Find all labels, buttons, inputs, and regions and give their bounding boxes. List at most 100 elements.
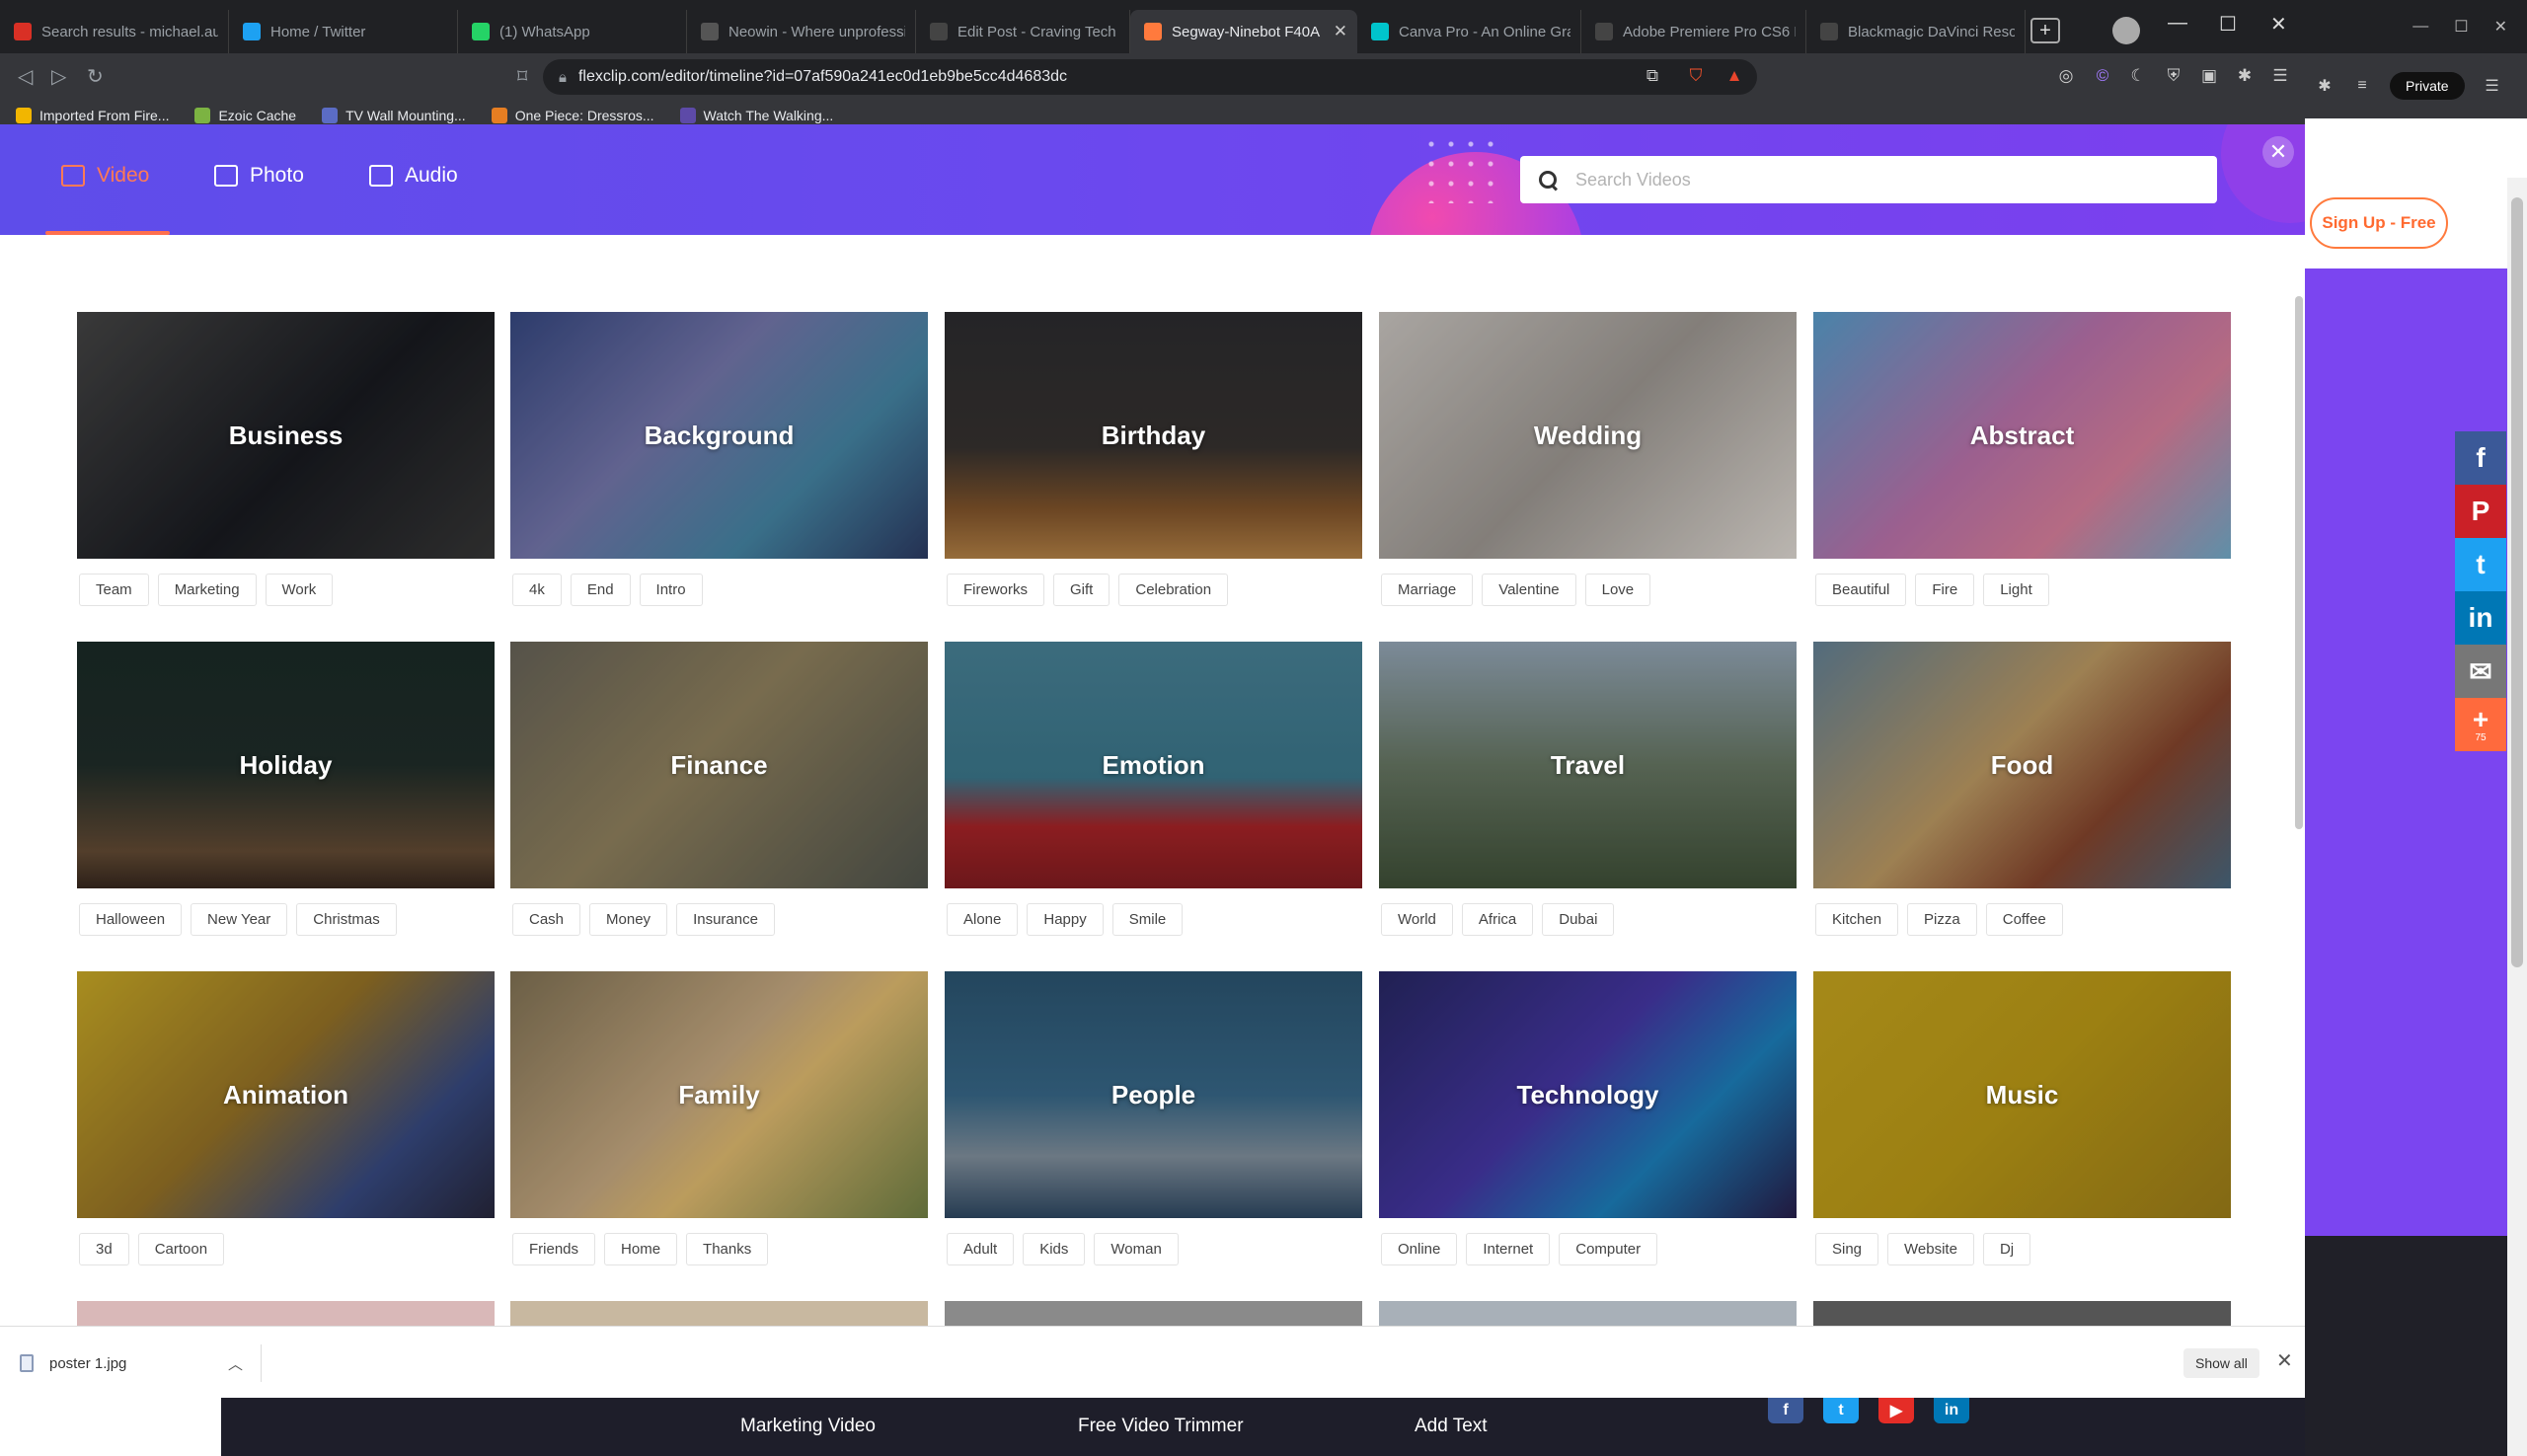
chevron-up-icon[interactable]: ︿ (228, 1353, 243, 1374)
close-icon[interactable]: ✕ (2494, 17, 2507, 37)
category-card[interactable]: Emotion Alone Happy Smile (945, 642, 1362, 936)
category-thumbnail[interactable]: Music (1813, 971, 2231, 1218)
screenshot-icon[interactable]: ▣ (2198, 65, 2220, 87)
category-card-partial[interactable] (1379, 1301, 1797, 1326)
category-thumbnail[interactable]: Background (510, 312, 928, 559)
footer-link-marketing-video[interactable]: Marketing Video (740, 1416, 876, 1437)
category-card[interactable]: People Adult Kids Woman (945, 971, 1362, 1265)
menu-icon[interactable]: ☰ (2483, 76, 2502, 96)
linkedin-icon[interactable]: in (1934, 1398, 1969, 1423)
footer-link-free-video-trimmer[interactable]: Free Video Trimmer (1078, 1416, 1244, 1437)
search-box[interactable] (1520, 156, 2217, 203)
category-tag[interactable]: Beautiful (1815, 574, 1907, 606)
category-card[interactable]: Travel World Africa Dubai (1379, 642, 1797, 936)
category-tag[interactable]: Love (1584, 574, 1651, 606)
download-item[interactable]: poster 1.jpg ︿ (20, 1344, 262, 1382)
bookmark-item[interactable]: Imported From Fire... (16, 107, 169, 123)
close-modal-button[interactable]: ✕ (2262, 136, 2294, 168)
background-scrollbar-thumb[interactable] (2511, 197, 2523, 967)
category-thumbnail[interactable]: Wedding (1379, 312, 1797, 559)
browser-tab[interactable]: Neowin - Where unprofessional (687, 10, 916, 53)
category-tag[interactable]: Money (589, 903, 668, 936)
bookmark-item[interactable]: Ezoic Cache (194, 107, 296, 123)
category-thumbnail[interactable]: Holiday (77, 642, 495, 888)
category-tag[interactable]: World (1381, 903, 1453, 936)
category-thumbnail[interactable]: People (945, 971, 1362, 1218)
category-thumbnail[interactable]: Travel (1379, 642, 1797, 888)
extensions-icon[interactable]: ✱ (2315, 76, 2335, 96)
modal-scrollbar[interactable] (2295, 296, 2303, 829)
browser-tab[interactable]: Edit Post - Craving Tech - Tech (916, 10, 1130, 53)
category-tag[interactable]: Marketing (157, 574, 257, 606)
browser-tab[interactable]: Home / Twitter (229, 10, 458, 53)
extension-icon[interactable]: ◎ (2055, 65, 2077, 87)
category-tag[interactable]: Woman (1094, 1233, 1179, 1265)
category-tag[interactable]: Work (265, 574, 334, 606)
category-tag[interactable]: 3d (79, 1233, 129, 1265)
category-thumbnail[interactable]: Abstract (1813, 312, 2231, 559)
search-input[interactable] (1575, 169, 2187, 191)
address-bar[interactable]: 🔒︎ flexclip.com/editor/timeline?id=07af5… (543, 59, 1757, 95)
reload-icon[interactable]: ↻ (87, 64, 104, 89)
category-card[interactable]: Technology Online Internet Computer (1379, 971, 1797, 1265)
forward-icon[interactable]: ▷ (51, 64, 66, 89)
category-tag[interactable]: Fireworks (947, 574, 1045, 606)
tab-audio[interactable]: Audio (369, 164, 458, 188)
linkedin-icon[interactable]: in (2455, 591, 2506, 645)
bookmark-item[interactable]: TV Wall Mounting... (322, 107, 466, 123)
twitter-icon[interactable]: t (1823, 1398, 1859, 1423)
category-thumbnail[interactable]: Finance (510, 642, 928, 888)
profile-icon[interactable] (2112, 17, 2140, 44)
category-tag[interactable]: Dubai (1542, 903, 1615, 936)
url-text[interactable]: flexclip.com/editor/timeline?id=07af590a… (578, 68, 1067, 86)
minimize-icon[interactable]: — (2412, 18, 2428, 36)
category-tag[interactable]: Adult (947, 1233, 1015, 1265)
category-tag[interactable]: Christmas (296, 903, 397, 936)
category-tag[interactable]: Internet (1466, 1233, 1551, 1265)
category-tag[interactable]: Happy (1027, 903, 1104, 936)
browser-tab[interactable]: Adobe Premiere Pro CS6 Revie (1581, 10, 1806, 53)
category-card[interactable]: Abstract Beautiful Fire Light (1813, 312, 2231, 606)
category-tag[interactable]: Team (79, 574, 149, 606)
category-thumbnail[interactable]: Family (510, 971, 928, 1218)
category-tag[interactable]: Website (1887, 1233, 1974, 1265)
category-card-partial[interactable] (77, 1301, 495, 1326)
category-tag[interactable]: Kids (1023, 1233, 1086, 1265)
category-card-partial[interactable] (510, 1301, 928, 1326)
category-tag[interactable]: New Year (191, 903, 288, 936)
category-tag[interactable]: Cartoon (137, 1233, 225, 1265)
bookmark-item[interactable]: One Piece: Dressros... (491, 107, 654, 123)
signup-button[interactable]: Sign Up - Free (2310, 197, 2448, 249)
maximize-icon[interactable]: ☐ (2219, 12, 2237, 37)
tab-photo[interactable]: Photo (214, 164, 304, 188)
category-tag[interactable]: Africa (1461, 903, 1534, 936)
category-tag[interactable]: Kitchen (1815, 903, 1899, 936)
brave-shield-icon[interactable]: ⛉ (1685, 65, 1707, 87)
category-thumbnail[interactable]: Business (77, 312, 495, 559)
private-badge[interactable]: Private (2390, 72, 2465, 100)
download-filename[interactable]: poster 1.jpg (49, 1355, 126, 1372)
brave-rewards-icon[interactable]: ▲ (1723, 65, 1745, 87)
bookmark-item[interactable]: Watch The Walking... (679, 107, 833, 123)
category-tag[interactable]: Valentine (1482, 574, 1576, 606)
category-tag[interactable]: Smile (1111, 903, 1184, 936)
youtube-icon[interactable]: ▶ (1878, 1398, 1914, 1423)
category-card[interactable]: Food Kitchen Pizza Coffee (1813, 642, 2231, 936)
category-card-partial[interactable] (945, 1301, 1362, 1326)
category-card[interactable]: Finance Cash Money Insurance (510, 642, 928, 936)
category-card[interactable]: Holiday Halloween New Year Christmas (77, 642, 495, 936)
close-icon[interactable]: ✕ (2270, 12, 2287, 37)
category-card[interactable]: Wedding Marriage Valentine Love (1379, 312, 1797, 606)
pinterest-icon[interactable]: P (2455, 485, 2506, 538)
facebook-icon[interactable]: f (2455, 431, 2506, 485)
minimize-icon[interactable]: — (2168, 12, 2187, 35)
category-tag[interactable]: Sing (1815, 1233, 1879, 1265)
category-tag[interactable]: Coffee (1985, 903, 2063, 936)
category-tag[interactable]: Dj (1982, 1233, 2031, 1265)
category-tag[interactable]: Halloween (79, 903, 183, 936)
email-icon[interactable]: ✉ (2455, 645, 2506, 698)
share-page-icon[interactable]: ⧉ (1642, 65, 1663, 87)
category-tag[interactable]: Pizza (1907, 903, 1977, 936)
tab-video[interactable]: Video (61, 164, 149, 188)
category-card-partial[interactable] (1813, 1301, 2231, 1326)
